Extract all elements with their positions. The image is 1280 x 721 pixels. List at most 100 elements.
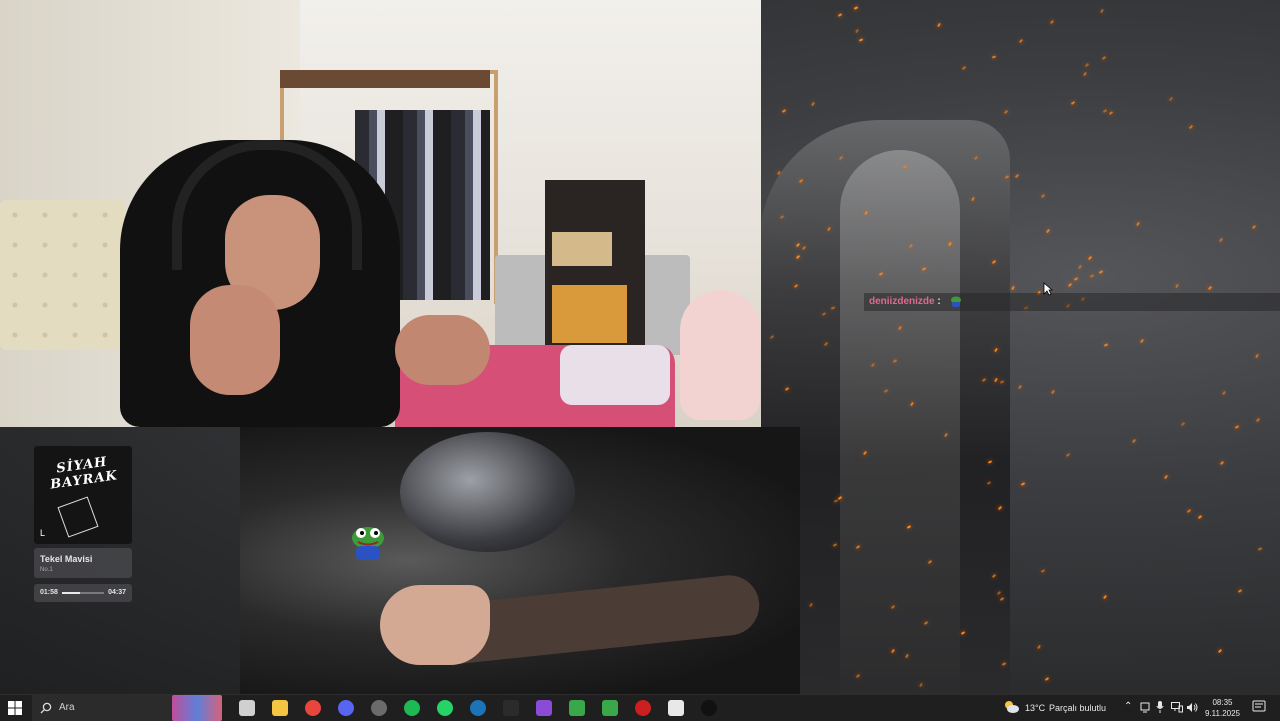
spotify-icon bbox=[404, 700, 420, 716]
ember-particle bbox=[1218, 238, 1223, 243]
ember-particle bbox=[1255, 418, 1260, 423]
ember-particle bbox=[1163, 475, 1168, 480]
capcut-icon bbox=[668, 700, 684, 716]
ember-particle bbox=[854, 6, 859, 10]
ember-particle bbox=[1198, 514, 1203, 519]
ember-particle bbox=[1088, 255, 1093, 261]
ember-particle bbox=[1103, 595, 1108, 600]
ember-particle bbox=[1089, 273, 1095, 278]
taskbar-app-button[interactable] bbox=[529, 695, 559, 721]
progress-bar bbox=[62, 592, 104, 594]
start-button[interactable] bbox=[0, 695, 30, 721]
ember-particle bbox=[1051, 389, 1055, 394]
ember-particle bbox=[1017, 385, 1022, 390]
ember-particle bbox=[1019, 39, 1024, 44]
chat-separator: : bbox=[937, 296, 941, 307]
ember-particle bbox=[782, 109, 787, 113]
poster bbox=[552, 232, 612, 266]
clock-date: 9.11.2025 bbox=[1205, 709, 1240, 718]
notifications-icon[interactable] bbox=[1252, 700, 1266, 714]
frog-emote-icon bbox=[352, 527, 384, 560]
ember-particle bbox=[1040, 193, 1046, 198]
total-time: 04:37 bbox=[108, 589, 126, 596]
volume-icon[interactable] bbox=[1186, 702, 1198, 713]
streamer-hand bbox=[395, 315, 490, 385]
taskbar-app-button[interactable] bbox=[694, 695, 724, 721]
ember-particle bbox=[1104, 343, 1109, 347]
chevron-up-icon[interactable]: ⌃ bbox=[1124, 701, 1132, 712]
taskbar-app-button[interactable] bbox=[628, 695, 658, 721]
taskbar-app-button[interactable] bbox=[397, 695, 427, 721]
frog-emote-icon bbox=[951, 296, 961, 307]
ember-particle bbox=[1131, 438, 1137, 443]
ember-particle bbox=[1036, 645, 1041, 650]
red-app-icon bbox=[635, 700, 651, 716]
ember-particle bbox=[1252, 224, 1257, 230]
whatsapp-icon bbox=[437, 700, 453, 716]
ember-particle bbox=[855, 29, 860, 34]
ember-particle bbox=[1021, 482, 1026, 486]
rack-shelf bbox=[280, 70, 490, 88]
ember-particle bbox=[1101, 56, 1107, 61]
taskbar-app-button[interactable] bbox=[562, 695, 592, 721]
ember-particle bbox=[1189, 125, 1194, 130]
ember-particle bbox=[1169, 96, 1174, 102]
ember-particle bbox=[1109, 111, 1114, 116]
ember-particle bbox=[1065, 453, 1071, 458]
streamer-hand bbox=[190, 285, 280, 395]
taskbar-app-button[interactable] bbox=[661, 695, 691, 721]
taskbar-app-button[interactable] bbox=[496, 695, 526, 721]
tray-app-icon[interactable] bbox=[1140, 702, 1150, 713]
taskbar-app-button[interactable] bbox=[232, 695, 262, 721]
app-icon bbox=[602, 700, 618, 716]
taskbar-app-button[interactable] bbox=[265, 695, 295, 721]
album-title: SİYAH BAYRAK bbox=[49, 454, 119, 493]
ember-particle bbox=[837, 12, 842, 17]
ember-particle bbox=[1099, 270, 1104, 275]
playback-progress: 01:58 04:37 bbox=[34, 584, 132, 602]
ember-particle bbox=[1186, 509, 1192, 514]
chat-username-text: deniizdenizde bbox=[869, 296, 935, 307]
ember-particle bbox=[1257, 547, 1263, 551]
ember-particle bbox=[1084, 62, 1090, 67]
taskbar-app-button[interactable] bbox=[298, 695, 328, 721]
ember-particle bbox=[1078, 265, 1083, 270]
ember-particle bbox=[1254, 353, 1259, 359]
ember-particle bbox=[1221, 390, 1226, 395]
search-icon bbox=[40, 702, 52, 714]
system-clock[interactable]: 08:35 9.11.2025 bbox=[1200, 697, 1245, 719]
taskbar-app-button[interactable] bbox=[463, 695, 493, 721]
taskbar-app-button[interactable] bbox=[331, 695, 361, 721]
ember-particle bbox=[811, 101, 816, 107]
microphone-icon[interactable] bbox=[1156, 701, 1164, 713]
weather-partly-cloudy-icon[interactable] bbox=[1003, 700, 1019, 714]
taskbar-app-button[interactable] bbox=[430, 695, 460, 721]
ember-particle bbox=[1074, 277, 1079, 282]
search-box[interactable]: Ara bbox=[32, 695, 222, 721]
track-info: Tekel Mavisi No.1 bbox=[34, 548, 132, 578]
mouse-cursor-icon bbox=[1043, 282, 1053, 296]
obs-icon bbox=[371, 700, 387, 716]
taskbar-app-button[interactable] bbox=[595, 695, 625, 721]
bed-headboard bbox=[0, 200, 125, 350]
taskbar: Ara 13°C Parçalı bulutlu ⌃ 08:35 9.11.20… bbox=[0, 694, 1280, 721]
weather-condition[interactable]: Parçalı bulutlu bbox=[1049, 703, 1106, 713]
ember-particle bbox=[1102, 108, 1107, 113]
taskbar-app-button[interactable] bbox=[364, 695, 394, 721]
ember-particle bbox=[1045, 677, 1050, 682]
ember-particle bbox=[1207, 285, 1213, 290]
clock-time: 08:35 bbox=[1212, 698, 1233, 707]
chat-message: deniizdenizde : bbox=[864, 293, 1280, 311]
progress-bar-fill bbox=[62, 592, 81, 594]
ember-particle bbox=[1139, 338, 1144, 343]
discord-icon bbox=[338, 700, 354, 716]
steam-icon bbox=[470, 700, 486, 716]
ember-particle bbox=[937, 22, 941, 27]
album-art-graphic bbox=[57, 496, 99, 538]
game-hand bbox=[380, 585, 490, 665]
network-icon[interactable] bbox=[1171, 702, 1183, 713]
weather-temperature[interactable]: 13°C bbox=[1025, 703, 1045, 713]
ember-particle bbox=[1100, 9, 1105, 14]
ember-particle bbox=[1014, 174, 1019, 179]
ember-particle bbox=[992, 55, 997, 59]
